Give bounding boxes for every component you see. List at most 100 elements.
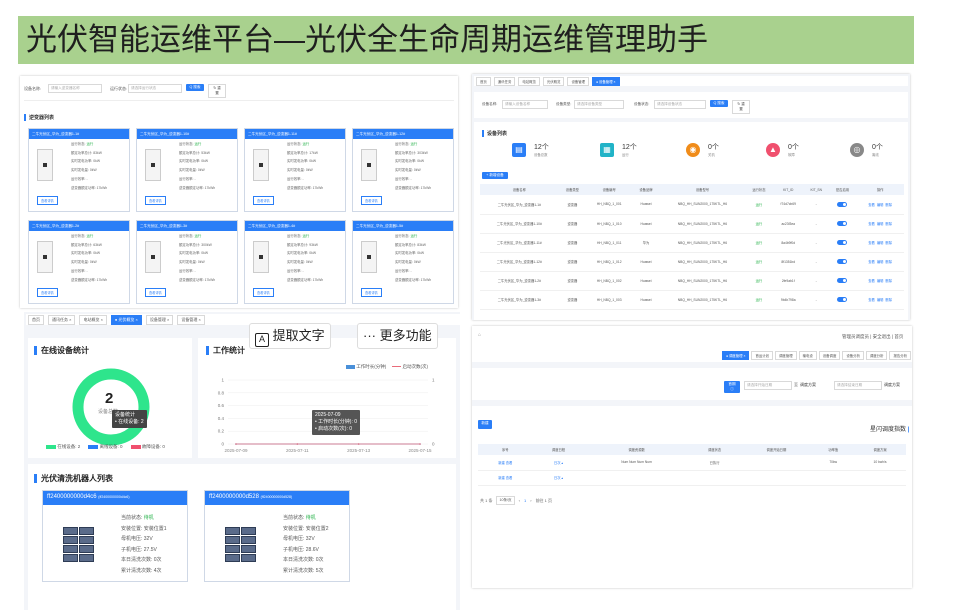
robot-card: ff2400000000d4c6 (ff2400000000d4c6) 当前状态:… xyxy=(42,490,188,582)
row-action-link[interactable]: 删除 xyxy=(885,203,892,207)
status-select[interactable]: 请选择运行状态 xyxy=(128,84,182,93)
enable-toggle[interactable] xyxy=(837,201,848,207)
view-detail-button[interactable]: 查看详情 xyxy=(361,196,382,205)
enable-toggle[interactable] xyxy=(837,297,848,302)
table-cell: Huawei xyxy=(632,290,660,310)
tab-item[interactable]: 电站概览 × xyxy=(79,314,107,325)
inverter-card: 二牛光伏区_华为_逆变器1-2# 运行状态: 运行 额定功率总计: 63kW 实时发电… xyxy=(28,220,130,304)
table-cell[interactable]: 新建 查看 xyxy=(478,455,533,471)
enable-toggle[interactable] xyxy=(837,240,848,245)
tab-item[interactable]: 设备调度 xyxy=(818,351,841,360)
more-functions-button[interactable]: ··· 更多功能 xyxy=(357,323,438,349)
tab-item[interactable]: 首页 xyxy=(476,76,491,86)
enable-toggle[interactable] xyxy=(837,221,848,226)
row-action-link[interactable]: 查看 xyxy=(868,279,875,283)
tab-item[interactable]: 通讯任务 × xyxy=(48,314,76,325)
row-action-link[interactable]: 查看 xyxy=(868,241,875,245)
device-status-select[interactable]: 请选择设备状态 xyxy=(654,100,706,109)
view-detail-button[interactable]: 查看详情 xyxy=(253,288,274,297)
tab-item[interactable]: 输电设 xyxy=(798,351,817,360)
table-cell[interactable]: 新建 查看 xyxy=(478,470,533,486)
search-button[interactable]: Q 搜索 xyxy=(710,100,728,107)
row-action-link[interactable]: 查看 xyxy=(868,203,875,207)
view-detail-button[interactable]: 查看详情 xyxy=(37,288,58,297)
tab-item[interactable]: ● 设备管理 × xyxy=(592,76,620,86)
row-action-link[interactable]: 删除 xyxy=(885,241,892,245)
inverter-kv-row: 运行效率: - xyxy=(287,268,304,273)
tab-item[interactable]: 设备管理 xyxy=(567,76,590,86)
tab-item[interactable]: 通讯任务 xyxy=(493,76,516,86)
table-cell: 华为 xyxy=(632,233,660,253)
tab-item[interactable]: 调度管理 xyxy=(775,351,797,360)
robot-kv: 当前状态: 待机 安装位置: 安装位置2 母机电压: 32V 子机电压: 28.6V 本… xyxy=(283,513,329,576)
row-action-link[interactable]: 删除 xyxy=(885,279,892,283)
pager-size-select[interactable]: 10条/页 xyxy=(496,496,515,505)
end-date-input[interactable]: 请选择结束日期 xyxy=(834,381,882,390)
table-cell: 8a4b9f0d xyxy=(772,233,804,253)
date-type-button[interactable]: 首期 ⓘ xyxy=(724,381,740,393)
row-action-link[interactable]: 删除 xyxy=(885,222,892,226)
tab-item[interactable]: 首运计划 xyxy=(751,351,774,360)
view-detail-button[interactable]: 查看详情 xyxy=(361,288,382,297)
enable-toggle[interactable] xyxy=(837,278,848,283)
search-button[interactable]: Q 搜索 xyxy=(186,84,204,91)
work-tooltip-line2: • 启动次数(次): 0 xyxy=(315,426,353,432)
extract-text-button[interactable]: A 提取文字 xyxy=(249,323,331,349)
row-action-link[interactable]: 编辑 xyxy=(877,222,884,226)
tab-item[interactable]: 电站概览 xyxy=(518,76,540,86)
tab-item[interactable]: 调度分析 xyxy=(865,351,888,360)
row-action-link[interactable]: 编辑 xyxy=(877,260,884,264)
row-action-link[interactable]: 编辑 xyxy=(877,298,884,302)
row-action-link[interactable]: 查看 xyxy=(868,298,875,302)
view-detail-button[interactable]: 查看详情 xyxy=(37,196,58,205)
view-detail-button[interactable]: 查看详情 xyxy=(145,196,166,205)
dispatch-table-wrap: 序号 调度日程 调度资源数 调度状态 调度开始日期 功率值 调度方案 新建 查看 日次 ▴ Nu… xyxy=(478,444,906,486)
add-device-button[interactable]: + 新增设备 xyxy=(482,172,508,179)
legend-online: 在线设备: 2 xyxy=(46,444,80,450)
pager-next-icon[interactable]: › xyxy=(530,498,531,503)
row-action-link[interactable]: 编辑 xyxy=(877,203,884,207)
device-name-input[interactable]: 请输入设备名称 xyxy=(502,100,548,109)
row-action-link[interactable]: 查看 xyxy=(868,260,875,264)
table-cell[interactable]: 查看 编辑 删除 xyxy=(856,195,904,215)
device-type-select[interactable]: 请选择设备类型 xyxy=(574,100,624,109)
view-detail-button[interactable]: 查看详情 xyxy=(145,288,166,297)
pager-prev-icon[interactable]: ‹ xyxy=(519,498,520,503)
table-cell: 70kw xyxy=(812,455,855,471)
table-cell[interactable]: 查看 编辑 删除 xyxy=(856,233,904,253)
tab-item[interactable]: 报告分析 xyxy=(889,351,912,360)
tab-item[interactable]: ● 光伏概览 × xyxy=(110,314,142,325)
view-detail-button[interactable]: 查看详情 xyxy=(253,196,274,205)
table-cell[interactable]: 查看 编辑 删除 xyxy=(856,290,904,310)
enable-toggle[interactable] xyxy=(837,259,848,264)
table-cell[interactable]: 查看 编辑 删除 xyxy=(856,214,904,234)
user-menu[interactable]: 管理员调度员 | 安全退出 | 首页 xyxy=(842,334,903,340)
stat-card: ▤ 12个 设备总数 xyxy=(512,142,576,164)
device-name-input[interactable]: 请输入逆变器名称 xyxy=(48,84,102,93)
table-cell: NBQ_HH_SUN2000_175KTL_H6 xyxy=(659,233,746,253)
tab-item[interactable]: 设备管理 × xyxy=(145,314,174,325)
reset-button[interactable]: ↻ 重置 xyxy=(732,100,750,114)
tab-item[interactable]: 设备分析 xyxy=(842,351,864,360)
row-action-link[interactable]: 编辑 xyxy=(877,279,884,283)
row-action-link[interactable]: 查看 xyxy=(868,222,875,226)
tab-item[interactable]: 首页 xyxy=(28,314,44,325)
inverter-kv-row: 逆变器额定功率: 17kWh xyxy=(71,185,108,190)
row-action-link[interactable]: 删除 xyxy=(885,260,892,264)
tab-item[interactable]: ● 调度管理 × xyxy=(722,351,750,360)
start-date-input[interactable]: 请选择开始日期 xyxy=(744,381,792,390)
pager-current[interactable]: 1 xyxy=(524,498,526,503)
column-header: KIT_ID xyxy=(772,184,804,195)
robot-kv-row: 子机电压: 27.5V xyxy=(121,546,157,553)
tab-item[interactable]: 光伏概览 xyxy=(542,76,565,86)
table-cell[interactable]: 查看 编辑 删除 xyxy=(856,252,904,272)
row-action-link[interactable]: 编辑 xyxy=(877,241,884,245)
new-button[interactable]: 新建 xyxy=(478,420,492,429)
pager-goto[interactable]: 前往 1 页 xyxy=(536,498,552,504)
row-action-link[interactable]: 删除 xyxy=(885,298,892,302)
table-cell: HH_NBQ_1_002 xyxy=(586,271,633,291)
table-cell[interactable]: 查看 编辑 删除 xyxy=(856,271,904,291)
tab-item[interactable]: 设备管理 × xyxy=(177,314,205,325)
reset-button[interactable]: ↻ 重置 xyxy=(208,84,226,98)
table-cell: 运行 xyxy=(745,271,773,291)
